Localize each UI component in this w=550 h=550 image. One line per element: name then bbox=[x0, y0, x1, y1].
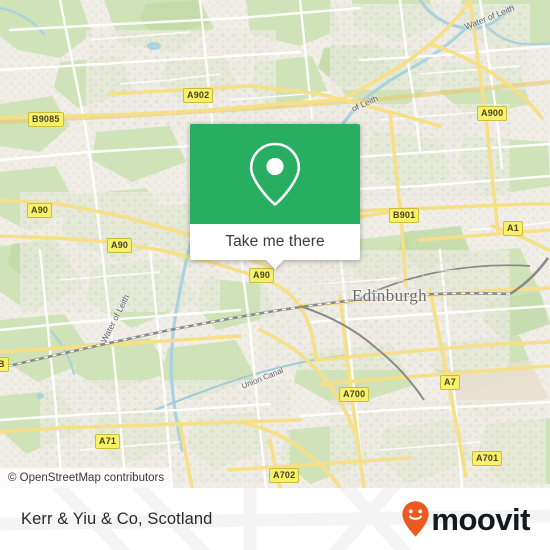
map-canvas[interactable]: B9085 A902 A900 A90 A90 A90 B901 A1 A700… bbox=[0, 0, 550, 488]
callout-action-bar[interactable]: Take me there bbox=[190, 224, 360, 260]
road-shield: A900 bbox=[477, 106, 508, 121]
moovit-map-screen: B9085 A902 A900 A90 A90 A90 B901 A1 A700… bbox=[0, 0, 550, 550]
road-shield: A7 bbox=[440, 375, 460, 390]
moovit-wordmark: moovit bbox=[431, 501, 530, 537]
location-title: Kerr & Yiu & Co, Scotland bbox=[21, 509, 213, 528]
road-shield: A90 bbox=[249, 268, 275, 283]
road-shield: A701 bbox=[472, 451, 503, 466]
road-shield: A90 bbox=[107, 238, 133, 253]
road-shield: A702 bbox=[269, 468, 300, 483]
take-me-there-label: Take me there bbox=[225, 233, 325, 250]
map-pin-icon bbox=[249, 142, 301, 206]
road-shield: A700 bbox=[339, 387, 370, 402]
callout-tail bbox=[265, 259, 285, 269]
place-label-edinburgh: Edinburgh bbox=[352, 286, 428, 305]
callout-header bbox=[190, 124, 360, 224]
road-shield: A90 bbox=[27, 203, 53, 218]
footer-bar: Kerr & Yiu & Co, Scotland moovit bbox=[0, 488, 550, 550]
moovit-pin-smiley-icon bbox=[402, 501, 429, 537]
road-shield: A902 bbox=[183, 88, 214, 103]
road-shield: B bbox=[0, 357, 9, 372]
osm-attribution-text: © OpenStreetMap contributors bbox=[8, 472, 165, 484]
moovit-brand[interactable]: moovit bbox=[401, 500, 530, 538]
road-shield: A1 bbox=[503, 221, 523, 236]
osm-attribution: © OpenStreetMap contributors bbox=[0, 468, 172, 488]
take-me-there-callout[interactable]: Take me there bbox=[190, 124, 360, 269]
road-shield: B9085 bbox=[28, 112, 64, 127]
road-shield: A71 bbox=[95, 434, 121, 449]
road-shield: B901 bbox=[389, 208, 420, 223]
